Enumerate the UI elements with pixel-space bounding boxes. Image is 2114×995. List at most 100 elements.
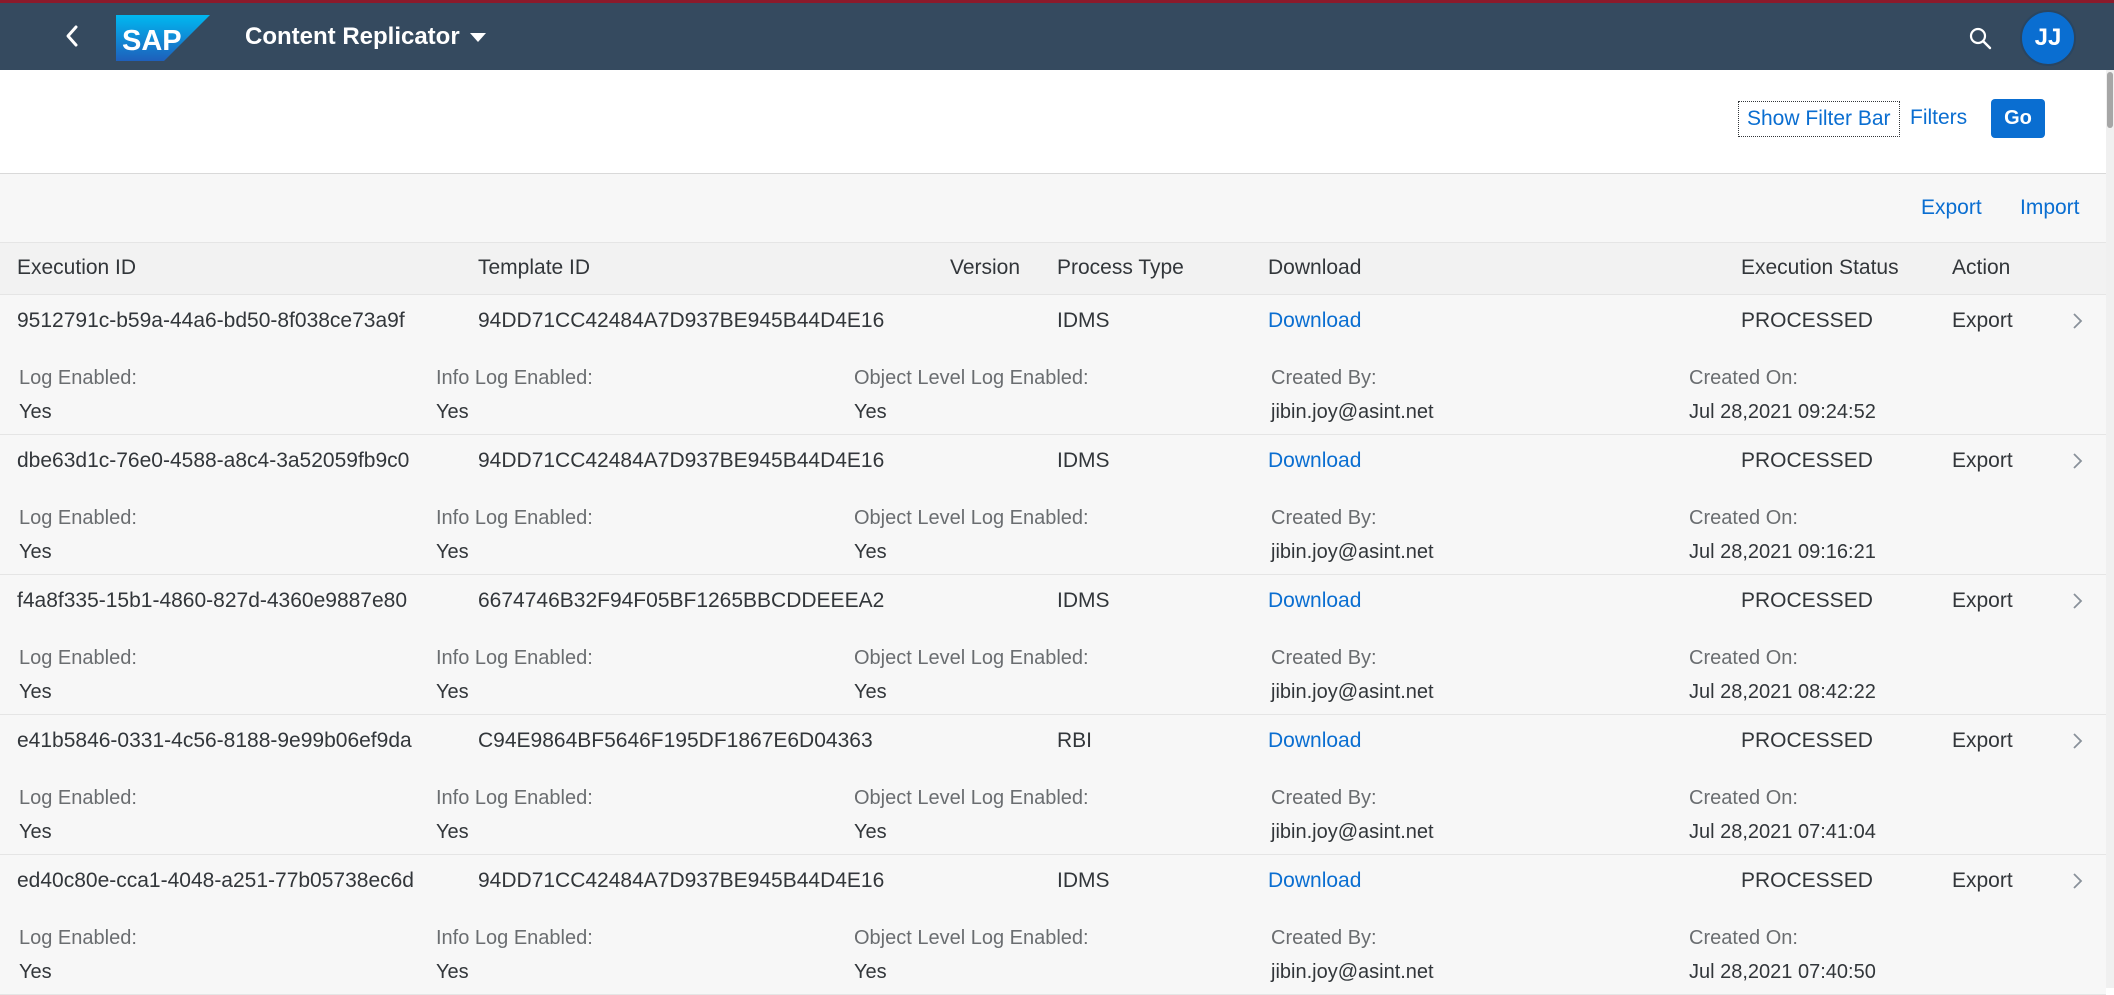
label-object-level-log-enabled: Object Level Log Enabled: bbox=[854, 647, 1089, 669]
filters-button[interactable]: Filters bbox=[1910, 101, 1967, 135]
download-link[interactable]: Download bbox=[1268, 589, 1361, 613]
label-object-level-log-enabled: Object Level Log Enabled: bbox=[854, 927, 1089, 949]
label-log-enabled: Log Enabled: bbox=[19, 787, 137, 809]
label-info-log-enabled: Info Log Enabled: bbox=[436, 647, 593, 669]
scrollbar-thumb[interactable] bbox=[2107, 72, 2113, 128]
go-button[interactable]: Go bbox=[1991, 99, 2045, 138]
download-link[interactable]: Download bbox=[1268, 729, 1361, 753]
column-header-execution-status[interactable]: Execution Status bbox=[1741, 256, 1899, 280]
cell-process-type: IDMS bbox=[1057, 449, 1110, 472]
cell-process-type: IDMS bbox=[1057, 309, 1110, 332]
value-log-enabled: Yes bbox=[19, 681, 52, 703]
table-row[interactable]: 9512791c-b59a-44a6-bd50-8f038ce73a9f 94D… bbox=[0, 295, 2106, 435]
value-created-by: jibin.joy@asint.net bbox=[1271, 681, 1434, 703]
label-created-on: Created On: bbox=[1689, 507, 1798, 529]
value-created-on: Jul 28,2021 09:16:21 bbox=[1689, 541, 1876, 563]
cell-action: Export bbox=[1952, 589, 2013, 612]
chevron-right-icon[interactable] bbox=[2066, 869, 2088, 893]
label-created-by: Created By: bbox=[1271, 927, 1377, 949]
cell-execution-status: PROCESSED bbox=[1741, 449, 1873, 472]
table-row[interactable]: ed40c80e-cca1-4048-a251-77b05738ec6d 94D… bbox=[0, 855, 2106, 995]
cell-template-id: 94DD71CC42484A7D937BE945B44D4E16 bbox=[478, 449, 885, 472]
column-header-download[interactable]: Download bbox=[1268, 256, 1361, 280]
value-created-by: jibin.joy@asint.net bbox=[1271, 961, 1434, 983]
label-log-enabled: Log Enabled: bbox=[19, 927, 137, 949]
app-title-menu[interactable]: Content Replicator bbox=[245, 23, 486, 51]
cell-execution-id: ed40c80e-cca1-4048-a251-77b05738ec6d bbox=[17, 869, 414, 892]
cell-execution-id: 9512791c-b59a-44a6-bd50-8f038ce73a9f bbox=[17, 309, 405, 332]
label-info-log-enabled: Info Log Enabled: bbox=[436, 787, 593, 809]
value-info-log-enabled: Yes bbox=[436, 821, 469, 843]
table-row[interactable]: f4a8f335-15b1-4860-827d-4360e9887e80 667… bbox=[0, 575, 2106, 715]
value-created-on: Jul 28,2021 08:42:22 bbox=[1689, 681, 1876, 703]
app-title: Content Replicator bbox=[245, 23, 460, 50]
value-info-log-enabled: Yes bbox=[436, 541, 469, 563]
cell-execution-status: PROCESSED bbox=[1741, 309, 1873, 332]
cell-execution-id: e41b5846-0331-4c56-8188-9e99b06ef9da bbox=[17, 729, 412, 752]
label-created-on: Created On: bbox=[1689, 647, 1798, 669]
label-info-log-enabled: Info Log Enabled: bbox=[436, 927, 593, 949]
download-link[interactable]: Download bbox=[1268, 449, 1361, 473]
download-link[interactable]: Download bbox=[1268, 309, 1361, 333]
cell-execution-status: PROCESSED bbox=[1741, 729, 1873, 752]
export-button[interactable]: Export bbox=[1921, 196, 1982, 220]
table-body: 9512791c-b59a-44a6-bd50-8f038ce73a9f 94D… bbox=[0, 295, 2106, 995]
caret-down-icon bbox=[469, 32, 486, 42]
label-info-log-enabled: Info Log Enabled: bbox=[436, 507, 593, 529]
search-button[interactable] bbox=[1962, 20, 1998, 56]
value-info-log-enabled: Yes bbox=[436, 681, 469, 703]
cell-template-id: 6674746B32F94F05BF1265BBCDDEEEA2 bbox=[478, 589, 885, 612]
chevron-left-icon bbox=[66, 25, 78, 47]
search-icon bbox=[1969, 27, 1992, 50]
back-button[interactable] bbox=[54, 18, 90, 54]
value-created-by: jibin.joy@asint.net bbox=[1271, 821, 1434, 843]
cell-execution-id: f4a8f335-15b1-4860-827d-4360e9887e80 bbox=[17, 589, 408, 612]
label-created-by: Created By: bbox=[1271, 647, 1377, 669]
shell-bar: SAP Content Replicator JJ bbox=[0, 0, 2114, 70]
cell-action: Export bbox=[1952, 309, 2013, 332]
table-header: Execution ID Template ID Version Process… bbox=[0, 243, 2106, 295]
label-log-enabled: Log Enabled: bbox=[19, 367, 137, 389]
sap-logo: SAP bbox=[116, 15, 210, 61]
show-filter-bar-button[interactable]: Show Filter Bar bbox=[1738, 101, 1900, 137]
label-created-on: Created On: bbox=[1689, 367, 1798, 389]
column-header-process-type[interactable]: Process Type bbox=[1057, 256, 1184, 280]
column-header-template-id[interactable]: Template ID bbox=[478, 256, 590, 280]
vertical-scrollbar[interactable] bbox=[2106, 70, 2114, 988]
label-created-on: Created On: bbox=[1689, 787, 1798, 809]
column-header-execution-id[interactable]: Execution ID bbox=[17, 256, 136, 280]
cell-execution-status: PROCESSED bbox=[1741, 589, 1873, 612]
download-link[interactable]: Download bbox=[1268, 869, 1361, 893]
value-object-level-log-enabled: Yes bbox=[854, 821, 887, 843]
table-row[interactable]: dbe63d1c-76e0-4588-a8c4-3a52059fb9c0 94D… bbox=[0, 435, 2106, 575]
cell-process-type: RBI bbox=[1057, 729, 1093, 752]
user-avatar[interactable]: JJ bbox=[2020, 10, 2076, 66]
value-info-log-enabled: Yes bbox=[436, 961, 469, 983]
table-row[interactable]: e41b5846-0331-4c56-8188-9e99b06ef9da C94… bbox=[0, 715, 2106, 855]
column-header-action[interactable]: Action bbox=[1952, 256, 2010, 280]
label-info-log-enabled: Info Log Enabled: bbox=[436, 367, 593, 389]
chevron-right-icon[interactable] bbox=[2066, 729, 2088, 753]
label-object-level-log-enabled: Object Level Log Enabled: bbox=[854, 367, 1089, 389]
label-object-level-log-enabled: Object Level Log Enabled: bbox=[854, 787, 1089, 809]
label-log-enabled: Log Enabled: bbox=[19, 647, 137, 669]
cell-template-id: 94DD71CC42484A7D937BE945B44D4E16 bbox=[478, 309, 885, 332]
label-log-enabled: Log Enabled: bbox=[19, 507, 137, 529]
column-header-version[interactable]: Version bbox=[950, 256, 1020, 280]
chevron-right-icon[interactable] bbox=[2066, 589, 2088, 613]
value-object-level-log-enabled: Yes bbox=[854, 681, 887, 703]
cell-action: Export bbox=[1952, 449, 2013, 472]
cell-process-type: IDMS bbox=[1057, 589, 1110, 612]
sap-logo-text: SAP bbox=[122, 25, 182, 57]
chevron-right-icon[interactable] bbox=[2066, 449, 2088, 473]
value-log-enabled: Yes bbox=[19, 961, 52, 983]
value-created-by: jibin.joy@asint.net bbox=[1271, 541, 1434, 563]
chevron-right-icon[interactable] bbox=[2066, 309, 2088, 333]
value-object-level-log-enabled: Yes bbox=[854, 961, 887, 983]
cell-process-type: IDMS bbox=[1057, 869, 1110, 892]
label-object-level-log-enabled: Object Level Log Enabled: bbox=[854, 507, 1089, 529]
label-created-on: Created On: bbox=[1689, 927, 1798, 949]
import-button[interactable]: Import bbox=[2020, 196, 2080, 220]
value-log-enabled: Yes bbox=[19, 821, 52, 843]
cell-template-id: C94E9864BF5646F195DF1867E6D04363 bbox=[478, 729, 873, 752]
